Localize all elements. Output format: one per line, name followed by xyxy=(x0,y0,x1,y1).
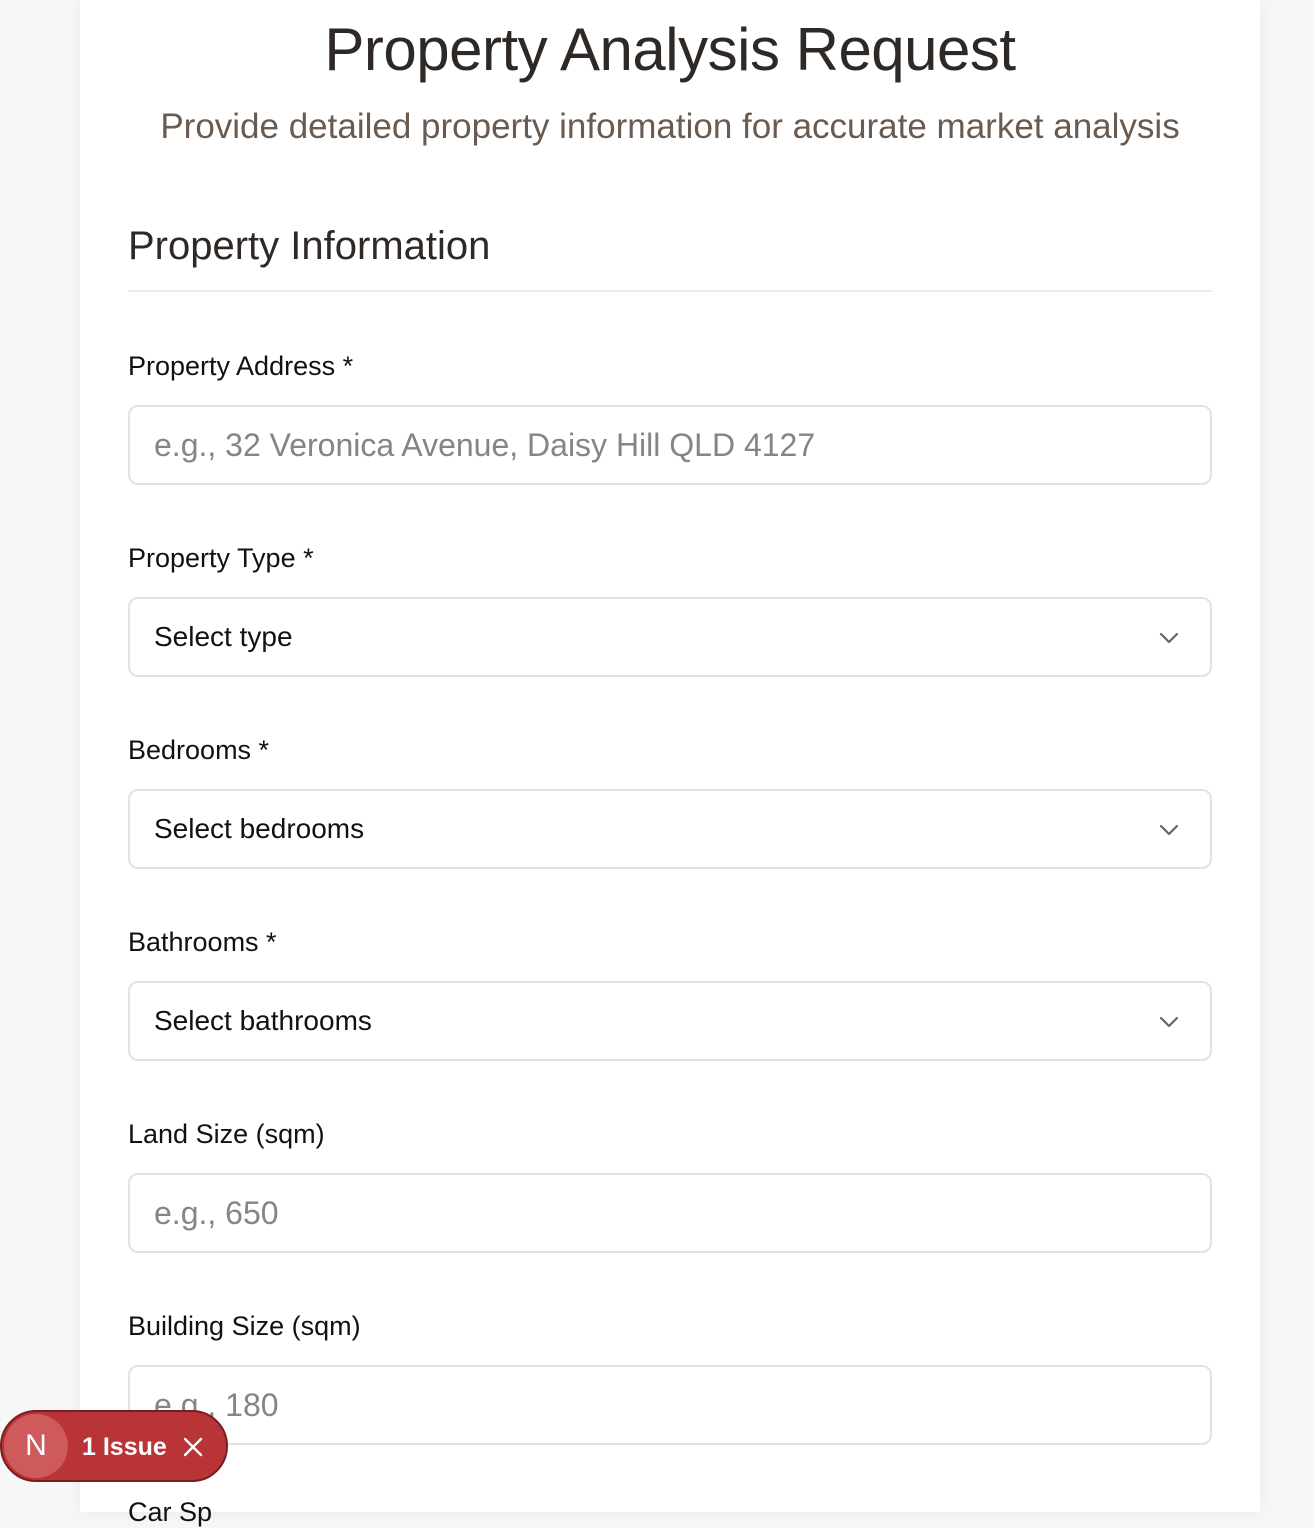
chevron-down-icon xyxy=(1159,632,1179,644)
car-spaces-label: Car Sp xyxy=(128,1497,213,1527)
land-size-input[interactable]: e.g., 650 xyxy=(128,1173,1212,1253)
bedrooms-label: Bedrooms * xyxy=(128,735,270,765)
property-address-placeholder: e.g., 32 Veronica Avenue, Daisy Hill QLD… xyxy=(154,427,816,463)
bedrooms-select[interactable]: Select bedrooms xyxy=(128,789,1212,869)
page-title: Property Analysis Request xyxy=(324,16,1016,83)
form-card: Property Analysis Request Provide detail… xyxy=(80,0,1260,1527)
close-icon[interactable] xyxy=(182,1436,204,1458)
bathrooms-select[interactable]: Select bathrooms xyxy=(128,981,1212,1061)
building-size-label: Building Size (sqm) xyxy=(128,1311,361,1341)
building-size-input[interactable]: e.g., 180 xyxy=(128,1365,1212,1445)
property-address-label: Property Address * xyxy=(128,351,354,381)
section-divider xyxy=(128,290,1212,292)
bathrooms-label: Bathrooms * xyxy=(128,927,277,957)
page-subtitle: Provide detailed property information fo… xyxy=(160,107,1180,146)
issue-count: 1 Issue xyxy=(82,1433,167,1461)
property-type-select[interactable]: Select type xyxy=(128,597,1212,677)
bedrooms-value: Select bedrooms xyxy=(154,813,365,844)
next-logo-icon: N xyxy=(4,1414,68,1478)
property-type-value: Select type xyxy=(154,621,293,652)
chevron-down-icon xyxy=(1159,824,1179,836)
land-size-label: Land Size (sqm) xyxy=(128,1119,325,1149)
bathrooms-value: Select bathrooms xyxy=(154,1005,372,1036)
land-size-placeholder: e.g., 650 xyxy=(154,1195,279,1231)
chevron-down-icon xyxy=(1159,1016,1179,1028)
property-address-input[interactable]: e.g., 32 Veronica Avenue, Daisy Hill QLD… xyxy=(128,405,1212,485)
issue-badge[interactable]: N 1 Issue xyxy=(0,1410,228,1482)
section-title: Property Information xyxy=(128,224,491,268)
property-type-label: Property Type * xyxy=(128,543,314,573)
